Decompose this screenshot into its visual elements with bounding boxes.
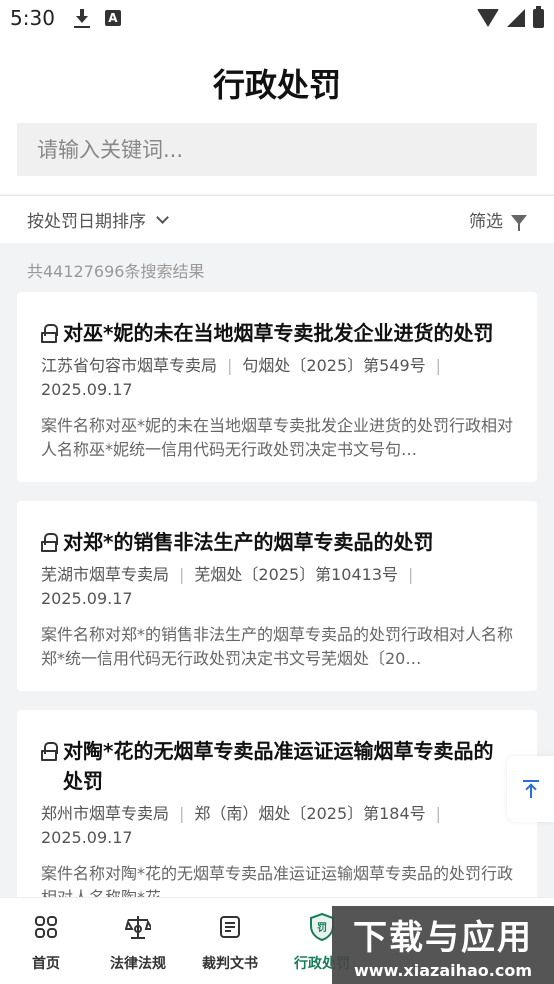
arrow-top-icon: [522, 780, 539, 798]
result-agency: 江苏省句容市烟草专卖局: [41, 356, 218, 375]
filter-label: 筛选: [469, 212, 503, 232]
filter-bar: 按处罚日期排序 筛选: [0, 195, 554, 243]
page-title: 行政处罚: [212, 66, 341, 104]
result-date: 2025.09.17: [41, 828, 133, 847]
nav-label: 法律法规: [110, 956, 166, 972]
meta-separator: |: [408, 565, 414, 584]
result-title: 对巫*妮的未在当地烟草专卖批发企业进货的处罚: [41, 318, 513, 348]
nav-label: 裁判文书: [202, 956, 258, 972]
meta-separator: |: [435, 356, 442, 375]
result-description: 案件名称对巫*妮的未在当地烟草专卖批发企业进货的处罚行政相对人名称巫*妮统一信用…: [41, 416, 513, 459]
result-date: 2025.09.17: [41, 380, 133, 399]
meta-separator: |: [435, 804, 442, 823]
lock-icon: [41, 533, 58, 552]
battery-icon: [533, 5, 544, 28]
status-bar: 5:30 A: [0, 0, 554, 36]
wifi-icon: [477, 9, 499, 27]
grid-icon: [32, 913, 60, 941]
nav-item-laws[interactable]: 法律法规: [92, 898, 184, 984]
lock-icon: [41, 324, 58, 343]
result-doc-no: 郑（南）烟处〔2025〕第184号: [194, 804, 426, 823]
header: 行政处罚: [0, 36, 554, 194]
result-description: 案件名称对郑*的销售非法生产的烟草专卖品的处罚行政相对人名称郑*统一信用代码无行…: [41, 625, 513, 668]
watermark-logo: 下载与应用 www.xiazaihao.com: [332, 906, 554, 984]
result-title: 对陶*花的无烟草专卖品准运证运输烟草专卖品的处罚: [41, 736, 513, 796]
result-card[interactable]: 对郑*的销售非法生产的烟草专卖品的处罚 芜湖市烟草专卖局 | 芜烟处〔2025〕第1…: [17, 501, 537, 691]
nav-item-home[interactable]: 首页: [0, 898, 92, 984]
result-agency: 芜湖市烟草专卖局: [41, 565, 170, 584]
result-title-text: 对巫*妮的未在当地烟草专卖批发企业进货的处罚: [63, 321, 494, 345]
nav-item-judgments[interactable]: 裁判文书: [184, 898, 276, 984]
result-meta: 江苏省句容市烟草专卖局 | 句烟处〔2025〕第549号 | 2025.09.17: [41, 354, 513, 402]
result-title-text: 对郑*的销售非法生产的烟草专卖品的处罚: [63, 530, 434, 554]
result-doc-no: 句烟处〔2025〕第549号: [242, 356, 426, 375]
search-box[interactable]: [17, 123, 537, 176]
sort-dropdown[interactable]: 按处罚日期排序: [27, 207, 169, 232]
watermark-url: www.xiazaihao.com: [354, 961, 532, 980]
lock-icon: [41, 742, 58, 761]
meta-separator: |: [179, 804, 185, 823]
sort-label: 按处罚日期排序: [27, 212, 146, 232]
result-count: 共44127696条搜索结果: [27, 262, 205, 281]
scroll-to-top-button[interactable]: [507, 756, 554, 822]
filter-funnel-icon: [511, 214, 527, 231]
nav-label: 首页: [32, 956, 60, 972]
search-input[interactable]: [37, 137, 537, 162]
meta-separator: |: [179, 565, 185, 584]
chevron-down-icon: [156, 211, 169, 224]
download-icon: [73, 8, 91, 28]
result-meta: 芜湖市烟草专卖局 | 芜烟处〔2025〕第10413号 | 2025.09.17: [41, 563, 513, 611]
a-notification-icon: A: [104, 10, 121, 26]
law-icon: [124, 913, 152, 941]
signal-icon: [507, 9, 525, 27]
result-agency: 郑州市烟草专卖局: [41, 804, 170, 823]
status-time: 5:30: [10, 6, 55, 30]
document-icon: [216, 913, 244, 941]
result-list: 对巫*妮的未在当地烟草专卖批发企业进货的处罚 江苏省句容市烟草专卖局 | 句烟处〔2…: [17, 292, 537, 949]
watermark-title: 下载与应用: [353, 918, 533, 958]
result-title-text: 对陶*花的无烟草专卖品准运证运输烟草专卖品的处罚: [63, 739, 494, 793]
svg-text:罚: 罚: [317, 922, 327, 934]
result-card[interactable]: 对巫*妮的未在当地烟草专卖批发企业进货的处罚 江苏省句容市烟草专卖局 | 句烟处〔2…: [17, 292, 537, 482]
result-meta: 郑州市烟草专卖局 | 郑（南）烟处〔2025〕第184号 | 2025.09.17: [41, 802, 513, 850]
filter-button[interactable]: 筛选: [469, 207, 527, 232]
meta-separator: |: [227, 356, 233, 375]
result-title: 对郑*的销售非法生产的烟草专卖品的处罚: [41, 527, 513, 557]
result-doc-no: 芜烟处〔2025〕第10413号: [194, 565, 399, 584]
result-date: 2025.09.17: [41, 589, 133, 608]
